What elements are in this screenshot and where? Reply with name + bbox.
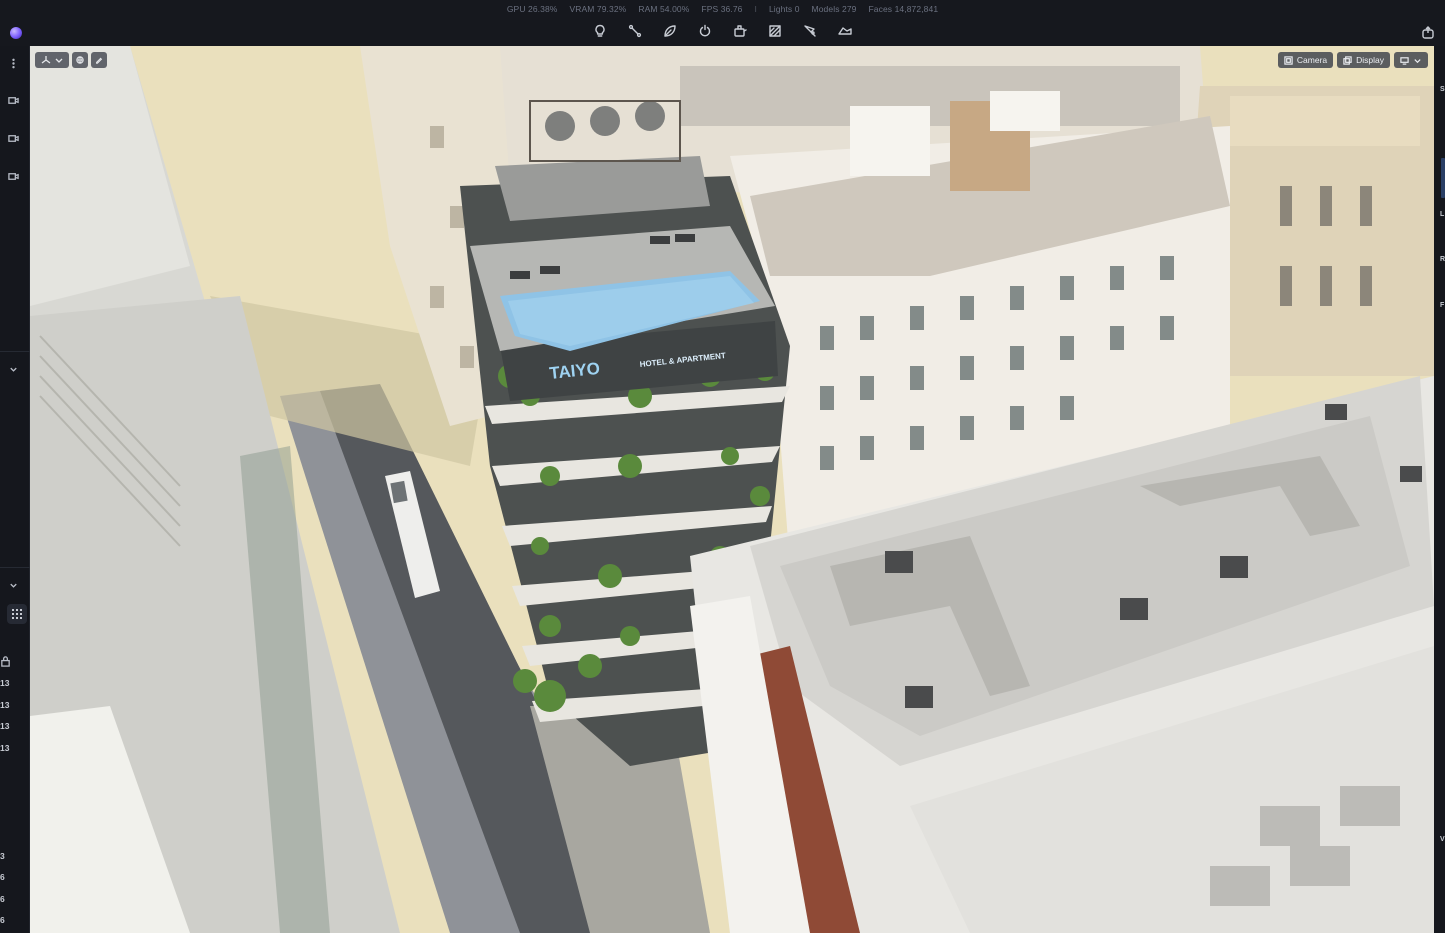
display-button[interactable]: Display [1337,52,1390,68]
chevron-down-icon [55,58,62,63]
transform-gizmo-button[interactable] [35,52,69,68]
list-value: 13 [0,743,10,753]
path-icon[interactable] [626,22,644,40]
list-value: 13 [0,721,10,731]
camera-view-icon[interactable] [6,93,20,107]
list-value: 13 [0,700,10,710]
list-value: 6 [0,872,5,882]
color-swatch[interactable] [1441,158,1445,198]
eyedropper-icon [96,57,103,64]
stats-separator: I [754,4,757,14]
lock-icon[interactable] [0,654,12,668]
gpu-stat: GPU 26.38% [506,4,558,14]
power-icon[interactable] [696,22,714,40]
render-scene: TAIYO HOTEL & APARTMENT [30,46,1434,933]
camera-button[interactable]: Camera [1277,52,1334,68]
light-bulb-icon[interactable] [591,22,609,40]
grid-view-button[interactable] [7,604,27,624]
material-icon[interactable] [766,22,784,40]
left-rail: 13 13 13 13 3 6 6 6 [0,46,30,933]
main-toolbar [0,22,1445,44]
panel-letter: R [1440,256,1445,263]
ram-stat: RAM 54.00% [638,4,690,14]
chevron-down-icon [1414,58,1421,63]
display-icon [1343,55,1352,65]
display-button-label: Display [1356,55,1384,65]
app-window: GPU 26.38% VRAM 79.32% RAM 54.00% FPS 36… [0,0,1445,933]
globe-icon [76,56,84,64]
monitor-icon [1400,56,1409,65]
camera-button-label: Camera [1296,55,1328,65]
terrain-icon[interactable] [836,22,854,40]
chevron-down-icon[interactable] [6,362,20,376]
divider [0,351,30,352]
leaf-icon[interactable] [661,22,679,40]
axes-icon [41,56,50,64]
panel-letter: F [1440,302,1445,309]
render-options-button[interactable] [1394,52,1428,68]
camera-frame-icon [1284,55,1293,65]
divider [0,567,30,568]
list-value: 13 [0,678,10,688]
pen-icon[interactable] [801,22,819,40]
panel-letter: S [1440,86,1445,93]
3d-viewport[interactable]: TAIYO HOTEL & APARTMENT Camera Display [30,46,1434,933]
grid-icon [12,609,22,619]
camera-rig-icon[interactable] [731,22,749,40]
more-icon[interactable] [6,56,20,70]
viewport-left-tools [35,52,107,68]
performance-stats: GPU 26.38% VRAM 79.32% RAM 54.00% FPS 36… [0,4,1445,16]
panel-letter: L [1440,211,1445,218]
panel-letter: V [1440,836,1445,843]
viewport-right-tools: Camera Display [1277,52,1428,68]
chevron-down-icon[interactable] [6,578,20,592]
faces-stat: Faces 14,872,841 [868,4,939,14]
camera-view-icon[interactable] [6,131,20,145]
models-stat: Models 279 [811,4,857,14]
lights-stat: Lights 0 [768,4,800,14]
fps-stat: FPS 36.76 [701,4,743,14]
list-value: 3 [0,851,5,861]
right-rail: S L R F V [1434,46,1445,933]
top-bar: GPU 26.38% VRAM 79.32% RAM 54.00% FPS 36… [0,0,1445,46]
eyedropper-button[interactable] [91,52,107,68]
globe-button[interactable] [72,52,88,68]
vram-stat: VRAM 79.32% [569,4,627,14]
list-value: 6 [0,894,5,904]
export-icon[interactable] [1421,26,1437,42]
camera-view-icon[interactable] [6,169,20,183]
list-value: 6 [0,915,5,925]
